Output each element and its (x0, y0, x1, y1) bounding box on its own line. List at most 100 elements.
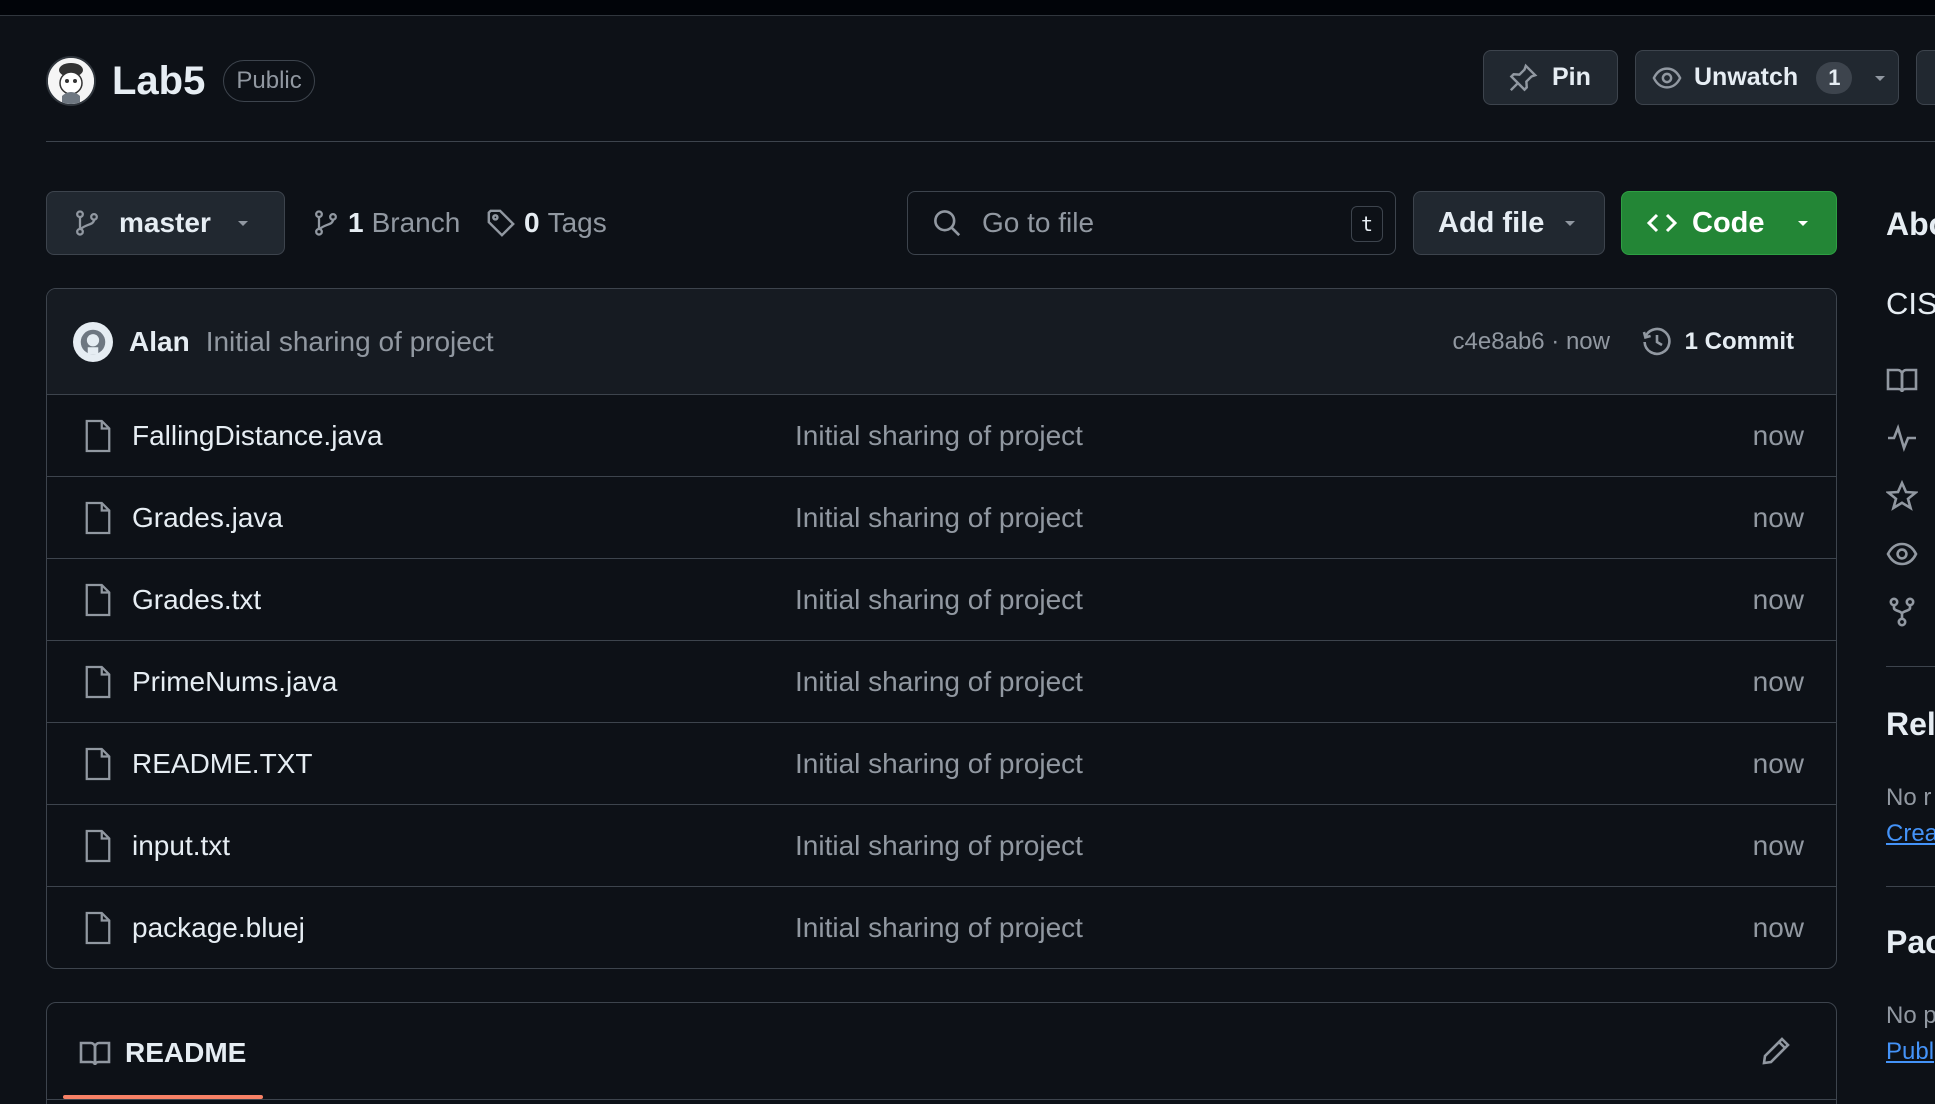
file-commit-time: now (1752, 829, 1804, 861)
book-icon (79, 1041, 111, 1066)
file-commit-message[interactable]: Initial sharing of project (795, 420, 1083, 452)
file-row[interactable]: README.TXT Initial sharing of project now (47, 723, 1836, 805)
commit-history-link[interactable]: 1 Commit (1641, 326, 1794, 358)
file-name[interactable]: Grades.txt (132, 584, 261, 616)
pin-icon (1509, 63, 1538, 91)
file-row[interactable]: FallingDistance.java Initial sharing of p… (47, 395, 1836, 477)
repo-header: Lab5 Public (46, 52, 315, 110)
create-release-link[interactable]: Crea (1886, 820, 1935, 848)
branch-icon (315, 210, 337, 236)
branches-link[interactable]: 1 Branch (312, 191, 460, 255)
unwatch-button[interactable]: Unwatch 1 (1635, 50, 1899, 105)
file-commit-message[interactable]: Initial sharing of project (795, 584, 1083, 616)
github-octocat-icon (80, 329, 106, 354)
code-label: Code (1692, 206, 1765, 239)
file-commit-message[interactable]: Initial sharing of project (795, 830, 1083, 862)
search-icon (934, 210, 961, 237)
branch-name: master (119, 207, 211, 238)
file-row[interactable]: package.bluej Initial sharing of project n… (47, 887, 1836, 968)
repo-name[interactable]: Lab5 (112, 59, 205, 104)
about-sidebar: Abo CIS Rel No r Crea Pac No p Publ (1886, 0, 1935, 1104)
unwatch-label: Unwatch (1694, 63, 1799, 91)
repo-description: CIS (1886, 286, 1935, 321)
sidebar-divider (1886, 666, 1935, 667)
watcher-count: 1 (1816, 61, 1853, 94)
star-icon (1886, 480, 1918, 511)
file-commit-time: now (1752, 665, 1804, 697)
fork-icon (1889, 597, 1915, 627)
pencil-icon[interactable] (1760, 1035, 1792, 1067)
owner-avatar[interactable] (46, 56, 96, 106)
tag-count: 0 (524, 207, 540, 238)
header-divider (46, 141, 1935, 142)
file-row[interactable]: PrimeNums.java Initial sharing of project… (47, 641, 1836, 723)
commit-count: 1 Commit (1684, 327, 1794, 355)
chevron-down-icon (1565, 221, 1576, 226)
file-icon (85, 501, 111, 535)
file-commit-time: now (1752, 912, 1804, 943)
packages-heading[interactable]: Pac (1886, 924, 1935, 961)
file-list: Alan Initial sharing of project c4e8ab6 … (46, 288, 1837, 969)
book-icon (1886, 368, 1918, 393)
code-button[interactable]: Code (1621, 191, 1837, 255)
latest-commit-row: Alan Initial sharing of project c4e8ab6 … (47, 289, 1836, 395)
readme-header-divider (47, 1099, 1836, 1100)
file-name[interactable]: README.TXT (132, 748, 312, 780)
file-name[interactable]: FallingDistance.java (132, 420, 383, 452)
top-navigation-bar (0, 0, 1935, 16)
tag-icon (487, 209, 515, 237)
file-commit-time: now (1752, 583, 1804, 615)
file-icon (85, 665, 111, 699)
file-name[interactable]: Grades.java (132, 502, 283, 534)
tags-link[interactable]: 0 Tags (486, 191, 607, 255)
file-commit-message[interactable]: Initial sharing of project (795, 912, 1083, 944)
readme-panel: README (46, 1002, 1837, 1104)
releases-empty-text: No r (1886, 784, 1932, 811)
pulse-icon (1888, 424, 1916, 452)
history-icon (1642, 327, 1671, 355)
pin-button[interactable]: Pin (1483, 50, 1618, 105)
branch-icon (76, 210, 98, 236)
sidebar-divider (1886, 886, 1935, 887)
file-icon (85, 583, 111, 617)
pin-label: Pin (1552, 63, 1591, 91)
readme-tab[interactable]: README (79, 1037, 246, 1069)
commit-author-avatar[interactable] (73, 321, 113, 362)
file-icon (85, 747, 111, 781)
file-row[interactable]: Grades.java Initial sharing of project now (47, 477, 1836, 559)
file-icon (85, 911, 111, 945)
releases-heading[interactable]: Rel (1886, 706, 1935, 743)
readme-title: README (125, 1037, 247, 1068)
visibility-badge: Public (223, 60, 315, 102)
code-icon (1646, 213, 1678, 233)
commit-author[interactable]: Alan (129, 326, 190, 358)
file-icon (85, 419, 111, 453)
search-placeholder: Go to file (982, 207, 1095, 238)
file-commit-time: now (1752, 419, 1804, 451)
file-name[interactable]: input.txt (132, 830, 230, 862)
file-commit-time: now (1752, 747, 1804, 779)
branch-word: Branch (371, 207, 461, 238)
commit-hash-time[interactable]: c4e8ab6 · now (1453, 328, 1610, 356)
file-commit-message[interactable]: Initial sharing of project (795, 666, 1083, 698)
branch-count: 1 (348, 207, 364, 238)
file-row[interactable]: Grades.txt Initial sharing of project now (47, 559, 1836, 641)
tag-word: Tags (547, 207, 607, 238)
eye-icon (1886, 542, 1918, 566)
file-commit-message[interactable]: Initial sharing of project (795, 748, 1083, 780)
about-heading: Abo (1886, 206, 1935, 242)
file-icon (85, 829, 111, 863)
publish-package-link[interactable]: Publ (1886, 1038, 1934, 1066)
file-row[interactable]: input.txt Initial sharing of project now (47, 805, 1836, 887)
file-name[interactable]: PrimeNums.java (132, 666, 337, 698)
packages-empty-text: No p (1886, 1002, 1935, 1029)
chevron-down-icon (1797, 221, 1808, 226)
commit-message[interactable]: Initial sharing of project (206, 326, 494, 358)
file-commit-message[interactable]: Initial sharing of project (795, 502, 1083, 534)
file-name[interactable]: package.bluej (132, 912, 305, 944)
chevron-down-icon (237, 221, 248, 226)
branch-selector[interactable]: master (46, 191, 285, 255)
go-to-file-search[interactable]: Go to file t (907, 191, 1396, 255)
file-commit-time: now (1752, 501, 1804, 533)
add-file-button[interactable]: Add file (1413, 191, 1605, 255)
